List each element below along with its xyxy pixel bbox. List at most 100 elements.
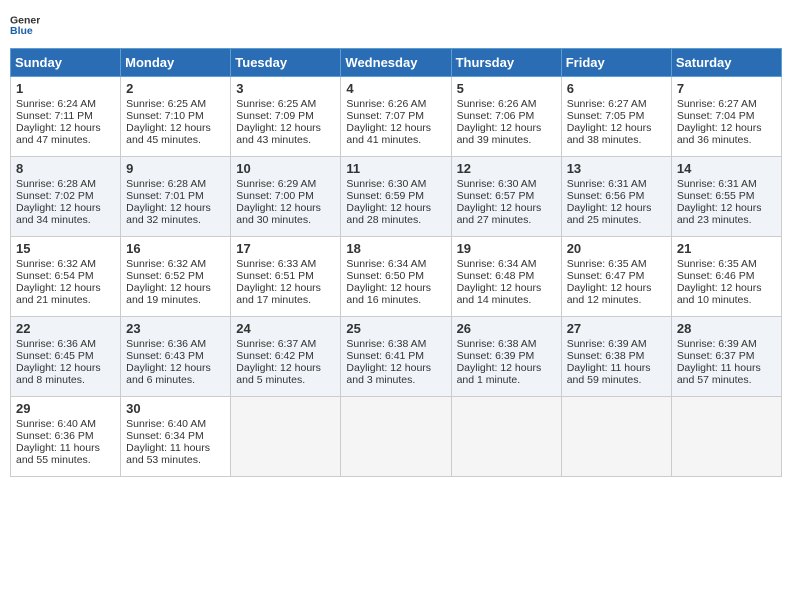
day-info: Sunset: 6:45 PM (16, 350, 115, 362)
day-info: Daylight: 12 hours (236, 362, 335, 374)
day-info: Sunset: 6:48 PM (457, 270, 556, 282)
day-info: Sunrise: 6:35 AM (567, 258, 666, 270)
calendar-cell (671, 397, 781, 477)
day-number: 23 (126, 321, 225, 336)
col-header-tuesday: Tuesday (231, 49, 341, 77)
day-info: Daylight: 12 hours (346, 362, 445, 374)
calendar-cell: 15Sunrise: 6:32 AMSunset: 6:54 PMDayligh… (11, 237, 121, 317)
week-row-5: 29Sunrise: 6:40 AMSunset: 6:36 PMDayligh… (11, 397, 782, 477)
day-info: and 8 minutes. (16, 374, 115, 386)
day-number: 8 (16, 161, 115, 176)
day-info: Daylight: 12 hours (16, 202, 115, 214)
day-info: Daylight: 12 hours (567, 122, 666, 134)
calendar-cell: 11Sunrise: 6:30 AMSunset: 6:59 PMDayligh… (341, 157, 451, 237)
calendar-cell: 1Sunrise: 6:24 AMSunset: 7:11 PMDaylight… (11, 77, 121, 157)
day-number: 27 (567, 321, 666, 336)
day-info: Sunset: 6:36 PM (16, 430, 115, 442)
day-number: 16 (126, 241, 225, 256)
day-number: 7 (677, 81, 776, 96)
day-number: 18 (346, 241, 445, 256)
day-info: and 1 minute. (457, 374, 556, 386)
day-info: Daylight: 12 hours (567, 282, 666, 294)
day-info: Sunset: 6:57 PM (457, 190, 556, 202)
day-info: Sunrise: 6:27 AM (677, 98, 776, 110)
day-info: Sunrise: 6:30 AM (457, 178, 556, 190)
day-info: Daylight: 12 hours (16, 362, 115, 374)
day-number: 11 (346, 161, 445, 176)
calendar-cell: 26Sunrise: 6:38 AMSunset: 6:39 PMDayligh… (451, 317, 561, 397)
calendar-cell: 12Sunrise: 6:30 AMSunset: 6:57 PMDayligh… (451, 157, 561, 237)
calendar-cell: 25Sunrise: 6:38 AMSunset: 6:41 PMDayligh… (341, 317, 451, 397)
week-row-1: 1Sunrise: 6:24 AMSunset: 7:11 PMDaylight… (11, 77, 782, 157)
day-info: Sunrise: 6:25 AM (236, 98, 335, 110)
day-number: 19 (457, 241, 556, 256)
day-info: Sunrise: 6:34 AM (346, 258, 445, 270)
day-info: Sunset: 6:47 PM (567, 270, 666, 282)
day-info: and 36 minutes. (677, 134, 776, 146)
day-info: Sunrise: 6:36 AM (16, 338, 115, 350)
day-info: Daylight: 12 hours (457, 282, 556, 294)
day-info: Sunset: 6:50 PM (346, 270, 445, 282)
day-info: and 59 minutes. (567, 374, 666, 386)
day-info: Sunset: 7:05 PM (567, 110, 666, 122)
day-number: 3 (236, 81, 335, 96)
day-info: and 6 minutes. (126, 374, 225, 386)
day-info: Sunrise: 6:37 AM (236, 338, 335, 350)
day-info: Sunrise: 6:38 AM (457, 338, 556, 350)
day-info: Daylight: 12 hours (126, 282, 225, 294)
day-info: Sunrise: 6:31 AM (567, 178, 666, 190)
day-info: and 41 minutes. (346, 134, 445, 146)
day-info: Sunrise: 6:31 AM (677, 178, 776, 190)
day-number: 28 (677, 321, 776, 336)
day-info: Sunset: 7:07 PM (346, 110, 445, 122)
day-info: Daylight: 12 hours (677, 122, 776, 134)
day-info: Daylight: 12 hours (457, 122, 556, 134)
col-header-thursday: Thursday (451, 49, 561, 77)
day-info: Daylight: 12 hours (677, 282, 776, 294)
day-info: Sunset: 6:38 PM (567, 350, 666, 362)
calendar-cell: 8Sunrise: 6:28 AMSunset: 7:02 PMDaylight… (11, 157, 121, 237)
day-info: Sunset: 6:52 PM (126, 270, 225, 282)
day-number: 14 (677, 161, 776, 176)
day-info: Sunrise: 6:40 AM (126, 418, 225, 430)
day-info: Sunset: 6:43 PM (126, 350, 225, 362)
day-info: and 14 minutes. (457, 294, 556, 306)
calendar-cell: 14Sunrise: 6:31 AMSunset: 6:55 PMDayligh… (671, 157, 781, 237)
day-info: and 10 minutes. (677, 294, 776, 306)
calendar-cell: 28Sunrise: 6:39 AMSunset: 6:37 PMDayligh… (671, 317, 781, 397)
page-header: General Blue (10, 10, 782, 40)
day-number: 10 (236, 161, 335, 176)
day-info: and 25 minutes. (567, 214, 666, 226)
day-info: Daylight: 12 hours (346, 202, 445, 214)
day-info: Sunrise: 6:39 AM (567, 338, 666, 350)
day-info: Sunset: 7:00 PM (236, 190, 335, 202)
calendar-cell: 4Sunrise: 6:26 AMSunset: 7:07 PMDaylight… (341, 77, 451, 157)
calendar-cell: 30Sunrise: 6:40 AMSunset: 6:34 PMDayligh… (121, 397, 231, 477)
day-info: and 55 minutes. (16, 454, 115, 466)
day-info: Sunrise: 6:26 AM (346, 98, 445, 110)
day-info: Daylight: 12 hours (236, 202, 335, 214)
calendar-cell (561, 397, 671, 477)
day-info: Sunrise: 6:30 AM (346, 178, 445, 190)
day-info: Sunset: 7:01 PM (126, 190, 225, 202)
day-number: 24 (236, 321, 335, 336)
day-info: and 23 minutes. (677, 214, 776, 226)
day-info: Daylight: 12 hours (346, 122, 445, 134)
day-info: Sunrise: 6:36 AM (126, 338, 225, 350)
day-info: Sunset: 6:51 PM (236, 270, 335, 282)
day-info: Daylight: 11 hours (126, 442, 225, 454)
day-info: Sunrise: 6:33 AM (236, 258, 335, 270)
day-number: 2 (126, 81, 225, 96)
day-info: Daylight: 12 hours (126, 122, 225, 134)
calendar-cell: 29Sunrise: 6:40 AMSunset: 6:36 PMDayligh… (11, 397, 121, 477)
day-info: Sunrise: 6:29 AM (236, 178, 335, 190)
day-number: 26 (457, 321, 556, 336)
calendar-cell: 9Sunrise: 6:28 AMSunset: 7:01 PMDaylight… (121, 157, 231, 237)
calendar-cell: 3Sunrise: 6:25 AMSunset: 7:09 PMDaylight… (231, 77, 341, 157)
col-header-saturday: Saturday (671, 49, 781, 77)
day-info: and 28 minutes. (346, 214, 445, 226)
day-info: Sunrise: 6:28 AM (16, 178, 115, 190)
day-info: Daylight: 12 hours (346, 282, 445, 294)
day-info: Sunrise: 6:27 AM (567, 98, 666, 110)
day-info: and 12 minutes. (567, 294, 666, 306)
